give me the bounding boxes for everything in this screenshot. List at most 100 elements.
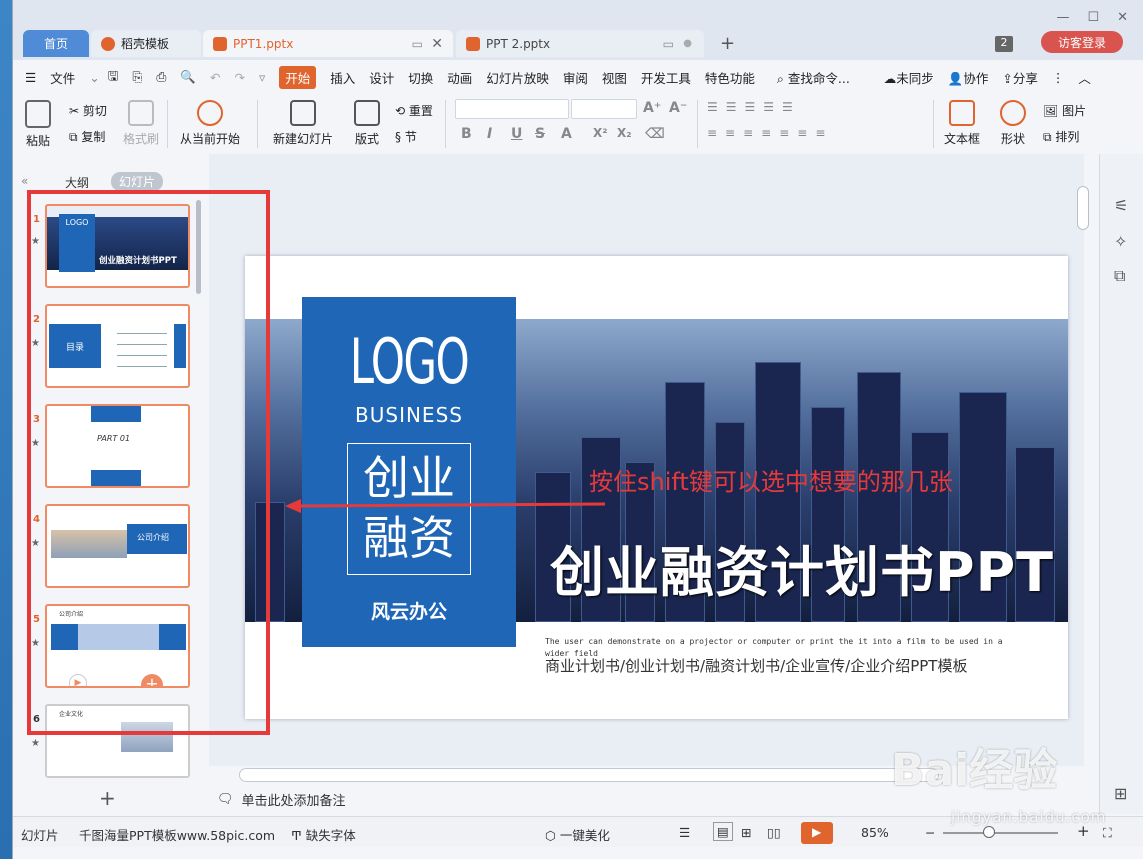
italic-icon[interactable]: I <box>487 126 492 142</box>
print-icon[interactable]: ⎙ <box>156 69 166 85</box>
quick-access-dropdown-icon[interactable]: ▿ <box>259 70 265 85</box>
from-current-button[interactable]: 从当前开始 <box>177 100 243 147</box>
shape-icon <box>1000 100 1026 126</box>
new-slide-button[interactable]: 新建幻灯片 <box>267 100 339 147</box>
notes-toggle-icon[interactable]: ☰ <box>679 825 690 840</box>
new-tab-button[interactable]: + <box>720 33 735 54</box>
format-painter-button[interactable]: 格式刷 <box>121 100 161 147</box>
close-icon[interactable]: ✕ <box>431 36 443 52</box>
clear-format-icon[interactable]: ⌫ <box>645 126 665 142</box>
tab-outline[interactable]: 大纲 <box>65 174 89 191</box>
menu-design[interactable]: 设计 <box>369 68 394 87</box>
tab-home[interactable]: 首页 <box>23 30 89 57</box>
share-button[interactable]: ⇪分享 <box>1002 68 1038 87</box>
menu-transition[interactable]: 切换 <box>408 68 433 87</box>
tab-ppt1[interactable]: PPT1.pptx ▭ ✕ <box>203 30 453 57</box>
maximize-icon[interactable]: ☐ <box>1087 10 1099 25</box>
vertical-scrollbar[interactable] <box>1077 186 1089 230</box>
window-close-icon[interactable]: ✕ <box>1117 10 1128 25</box>
collapse-ribbon-icon[interactable]: ︿ <box>1078 68 1091 87</box>
section-button[interactable]: § 节 <box>395 128 417 145</box>
tab-slides[interactable]: 幻灯片 <box>111 172 164 191</box>
menu-insert[interactable]: 插入 <box>330 68 355 87</box>
annotation-arrow-icon <box>285 499 605 513</box>
current-slide[interactable]: LOGO BUSINESS 创业 融资 风云办公 创业融资计划书PPT The … <box>245 256 1068 719</box>
user-icon: 👤 <box>947 70 964 86</box>
paste-button[interactable]: 粘贴 <box>21 100 55 149</box>
chevron-down-icon[interactable]: ⌄ <box>89 70 99 85</box>
properties-icon[interactable]: ⚟ <box>1114 196 1128 215</box>
normal-view-icon[interactable]: ▤ <box>713 822 733 841</box>
shape-button[interactable]: 形状 <box>993 100 1033 147</box>
subscript-icon[interactable]: X₂ <box>617 126 632 140</box>
new-slide-icon <box>290 100 316 126</box>
tab-window-icon[interactable]: ▭ <box>663 37 674 51</box>
export-pdf-icon[interactable]: ⎘ <box>132 69 142 85</box>
reading-view-icon[interactable]: ▯▯ <box>767 825 781 840</box>
redo-icon[interactable]: ↷ <box>234 70 244 85</box>
slideshow-play-button[interactable]: ▶ <box>801 822 833 844</box>
tab-home-label: 首页 <box>43 37 68 51</box>
wps-window: 首页 稻壳模板 PPT1.pptx ▭ ✕ PPT 2.pptx ▭ ● + —… <box>12 0 1143 859</box>
underline-icon[interactable]: U <box>511 126 522 142</box>
sorter-view-icon[interactable]: ⊞ <box>741 825 751 840</box>
align-tools-icon[interactable]: ≡≡≡≡≡≡≡ <box>707 126 833 140</box>
minimize-icon[interactable]: — <box>1056 10 1069 25</box>
copy-button[interactable]: ⧉ 复制 <box>69 128 105 145</box>
zoom-level[interactable]: 85% <box>861 825 889 840</box>
menu-file[interactable]: 文件 <box>50 68 75 87</box>
baidu-watermark: Bai经验 jingyan.baidu.com <box>891 734 1141 834</box>
font-family-select[interactable] <box>455 99 569 119</box>
cut-button[interactable]: ✂ 剪切 <box>69 102 107 119</box>
textbox-button[interactable]: 文本框 <box>939 100 985 147</box>
collapse-panel-icon[interactable]: « <box>21 174 28 188</box>
superscript-icon[interactable]: X² <box>593 126 608 140</box>
collab-button[interactable]: 👤协作 <box>948 68 989 87</box>
beautify-button[interactable]: ⬡ 一键美化 <box>545 825 610 844</box>
more-icon[interactable]: ⋮ <box>1052 70 1065 85</box>
layout-label: 版式 <box>354 132 379 146</box>
tab-daoke-template[interactable]: 稻壳模板 <box>91 30 201 57</box>
paragraph-tools-icon[interactable]: ☰☰☰☰☰ <box>707 100 801 114</box>
font-shrink-icon[interactable]: A⁻ <box>669 100 687 116</box>
login-button[interactable]: 访客登录 <box>1041 31 1123 53</box>
menu-animation[interactable]: 动画 <box>447 68 472 87</box>
menu-review[interactable]: 审阅 <box>563 68 588 87</box>
hamburger-icon[interactable]: ☰ <box>25 70 36 85</box>
copy-format-icon[interactable]: ⧉ <box>1114 266 1125 286</box>
missing-font-button[interactable]: Ͳ 缺失字体 <box>291 825 356 844</box>
font-size-select[interactable] <box>571 99 637 119</box>
tab-ppt2[interactable]: PPT 2.pptx ▭ ● <box>456 30 704 57</box>
tab-window-icon[interactable]: ▭ <box>412 37 423 51</box>
arrange-button[interactable]: ⧉ 排列 <box>1043 128 1079 145</box>
selection-highlight-box <box>27 190 270 735</box>
divider <box>167 100 168 148</box>
menu-slideshow[interactable]: 幻灯片放映 <box>486 68 549 87</box>
print-preview-icon[interactable]: 🔍 <box>180 69 196 85</box>
add-slide-button[interactable]: + <box>99 786 116 810</box>
window-count-badge[interactable]: 2 <box>995 36 1013 52</box>
picture-button[interactable]: 🖼 图片 <box>1043 102 1086 119</box>
tab-ppt1-label: PPT1.pptx <box>233 36 294 51</box>
font-color-icon[interactable]: A <box>561 126 572 142</box>
section-icon: § <box>395 130 405 144</box>
unsaved-dot-icon: ● <box>683 38 692 49</box>
menu-start[interactable]: 开始 <box>279 65 317 89</box>
reset-button[interactable]: ⟲ 重置 <box>395 102 433 119</box>
bold-icon[interactable]: B <box>461 126 472 142</box>
undo-icon[interactable]: ↶ <box>210 70 220 85</box>
font-grow-icon[interactable]: A⁺ <box>643 100 661 116</box>
layout-button[interactable]: 版式 <box>349 100 385 147</box>
desktop-edge <box>0 0 12 859</box>
menu-features[interactable]: 特色功能 <box>705 68 755 87</box>
menu-view[interactable]: 视图 <box>602 68 627 87</box>
scissors-icon: ✂ <box>69 104 83 118</box>
save-icon[interactable]: 🖫 <box>108 67 119 88</box>
strikethrough-icon[interactable]: S <box>535 126 545 142</box>
horizontal-scrollbar[interactable] <box>239 768 939 782</box>
share-label: 分享 <box>1012 70 1038 86</box>
menu-developer[interactable]: 开发工具 <box>641 68 691 87</box>
command-search[interactable]: ⌕ 查找命令... <box>777 68 850 87</box>
sync-status[interactable]: ☁未同步 <box>884 68 934 87</box>
magic-icon[interactable]: ✧ <box>1114 232 1127 251</box>
